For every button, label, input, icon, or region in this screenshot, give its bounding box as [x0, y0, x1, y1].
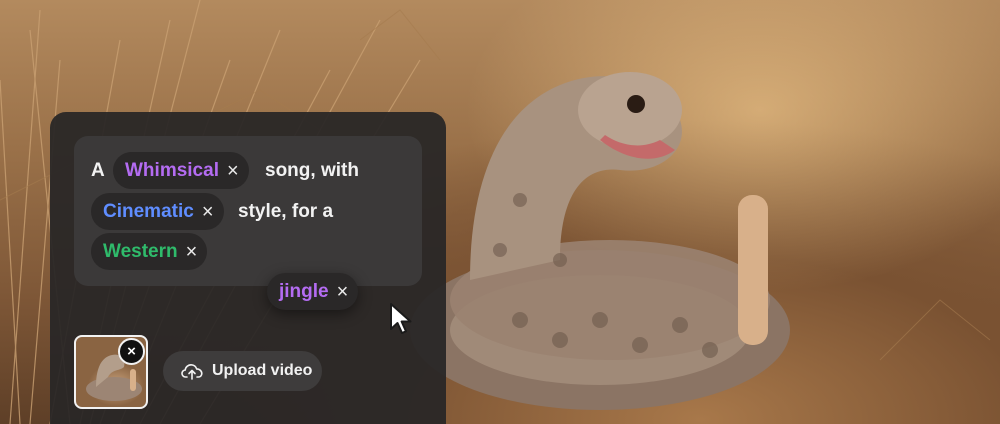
prompt-word-song-with: song, with	[265, 160, 359, 181]
chip-western[interactable]: Western ×	[91, 233, 208, 270]
upload-video-label: Upload video	[212, 362, 313, 379]
chip-cinematic-label: Cinematic	[103, 200, 194, 222]
chip-whimsical[interactable]: Whimsical ×	[113, 152, 249, 189]
chip-jingle[interactable]: jingle ×	[267, 273, 359, 310]
chip-cinematic[interactable]: Cinematic ×	[91, 193, 224, 230]
upload-video-button[interactable]: Upload video	[163, 351, 322, 391]
chip-jingle-label: jingle	[279, 280, 329, 302]
cloud-upload-icon	[181, 363, 203, 380]
x-icon[interactable]: ×	[227, 161, 239, 181]
prompt-word-a: A	[91, 160, 105, 181]
x-icon[interactable]: ×	[202, 202, 214, 222]
chip-whimsical-label: Whimsical	[125, 159, 219, 181]
remove-video-button[interactable]: ×	[118, 338, 145, 365]
chip-western-label: Western	[103, 240, 178, 262]
x-icon[interactable]: ×	[337, 282, 349, 302]
cursor-icon	[390, 303, 412, 334]
prompt-word-style-for-a: style, for a	[238, 201, 334, 222]
x-icon[interactable]: ×	[186, 242, 198, 262]
